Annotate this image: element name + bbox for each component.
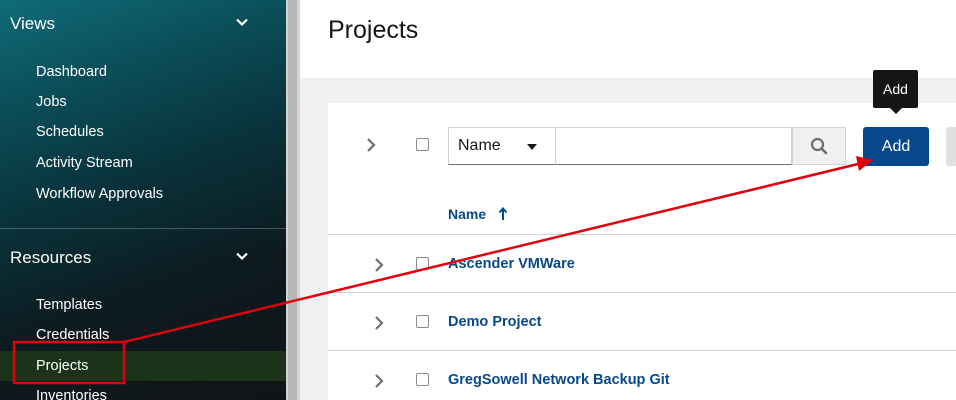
column-header-name[interactable]: Name [448,206,508,222]
search-icon [810,137,828,155]
sidebar-group-views[interactable]: Views [0,0,286,48]
column-header-label: Name [448,206,487,222]
chevron-down-icon [236,252,248,261]
add-button[interactable]: Add [863,127,929,166]
sidebar-item-dashboard[interactable]: Dashboard [0,57,286,87]
sidebar-item-templates[interactable]: Templates [0,290,286,320]
sidebar-item-activity-stream[interactable]: Activity Stream [0,148,286,178]
projects-list-panel: Name Add Name Ascender VMWare Demo Proje… [328,103,956,400]
search-input[interactable] [556,127,792,165]
chevron-down-icon [236,18,248,27]
add-button-tooltip: Add [873,70,918,114]
sidebar-item-inventories[interactable]: Inventories [0,381,286,400]
chevron-right-icon[interactable] [372,315,386,331]
filter-key-select[interactable]: Name [448,127,556,165]
sidebar-divider [0,228,286,229]
filter-key-value: Name [458,137,501,154]
table-row: Demo Project [328,292,956,350]
row-checkbox[interactable] [416,257,429,270]
sidebar-item-projects[interactable]: Projects [0,351,286,381]
chevron-right-icon[interactable] [364,137,378,153]
sidebar-item-jobs[interactable]: Jobs [0,87,286,117]
sidebar-group-label: Resources [10,248,92,267]
project-name-link[interactable]: Demo Project [448,314,541,330]
table-row: GregSowell Network Backup Git [328,350,956,400]
project-name-link[interactable]: Ascender VMWare [448,256,575,272]
row-checkbox[interactable] [416,373,429,386]
page-header: Projects [300,0,956,78]
sidebar-item-workflow-approvals[interactable]: Workflow Approvals [0,179,286,209]
sidebar-item-schedules[interactable]: Schedules [0,117,286,147]
sidebar-scrollbar[interactable] [286,0,300,400]
page-title: Projects [328,16,419,44]
toolbar-overflow-button[interactable] [946,127,956,166]
sidebar: Views Dashboard Jobs Schedules Activity … [0,0,286,400]
chevron-right-icon[interactable] [372,257,386,273]
chevron-right-icon[interactable] [372,373,386,389]
sidebar-group-resources[interactable]: Resources [0,234,286,282]
sidebar-group-label: Views [10,14,56,33]
table-row: Ascender VMWare [328,234,956,292]
caret-down-icon [527,144,537,150]
row-checkbox[interactable] [416,315,429,328]
select-all-checkbox[interactable] [416,138,429,151]
sort-ascending-icon [498,207,508,220]
search-button[interactable] [792,127,846,165]
project-name-link[interactable]: GregSowell Network Backup Git [448,372,670,388]
sidebar-item-credentials[interactable]: Credentials [0,320,286,350]
